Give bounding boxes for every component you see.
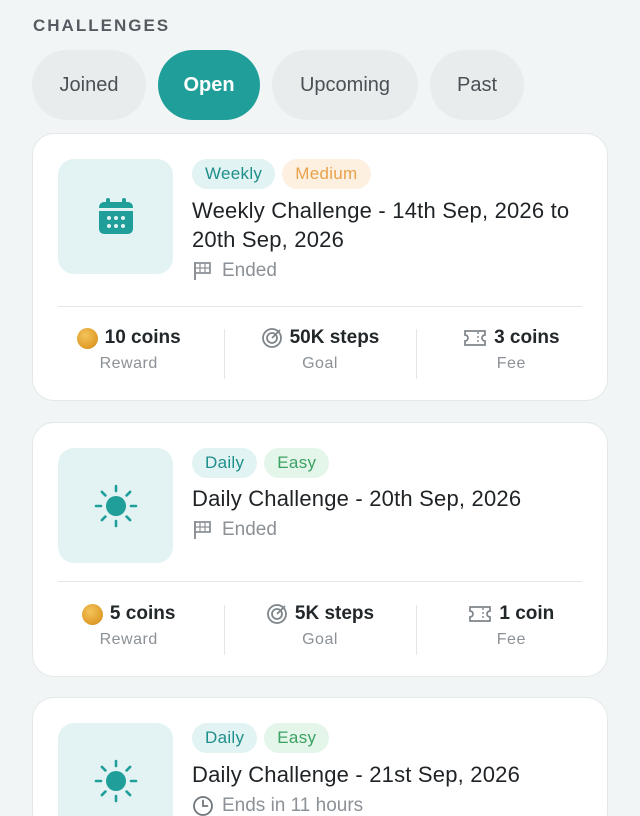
challenge-card[interactable]: Daily Easy Daily Challenge - 20th Sep, 2… (32, 422, 608, 677)
tab-past[interactable]: Past (430, 50, 524, 120)
stat-goal: 50K steps Goal (224, 327, 415, 379)
tab-bar: Joined Open Upcoming Past (32, 50, 524, 120)
frequency-badge: Daily (192, 448, 258, 478)
goal-label: Goal (302, 355, 338, 372)
status-text: Ends in 11 hours (222, 795, 364, 816)
ticket-icon (464, 330, 486, 346)
tab-upcoming[interactable]: Upcoming (272, 50, 418, 120)
status-text: Ended (222, 260, 277, 281)
challenge-title: Daily Challenge - 20th Sep, 2026 (192, 486, 522, 511)
coin-icon (76, 327, 98, 349)
divider (58, 581, 582, 582)
sun-icon (94, 759, 137, 802)
reward-label: Reward (99, 631, 158, 648)
stat-fee: 3 coins Fee (415, 327, 607, 379)
challenge-stats: 5 coins Reward 5K steps Goal 1 coin Fee (33, 603, 607, 655)
difficulty-badge: Easy (264, 723, 330, 753)
flag-icon (194, 262, 211, 280)
stat-fee: 1 coin Fee (415, 603, 607, 655)
goal-value: 50K steps (289, 327, 380, 348)
fee-value: 3 coins (494, 327, 560, 348)
target-icon (266, 604, 287, 624)
reward-value: 10 coins (104, 327, 181, 348)
fee-value: 1 coin (499, 603, 555, 624)
section-title: CHALLENGES (33, 16, 171, 35)
clock-icon (193, 796, 213, 816)
fee-label: Fee (496, 631, 526, 648)
challenge-card[interactable]: Daily Easy Daily Challenge - 21st Sep, 2… (32, 697, 608, 816)
challenge-status: Ended (192, 519, 277, 541)
challenge-status: Ends in 11 hours (192, 795, 363, 816)
reward-value: 5 coins (109, 603, 176, 624)
tab-joined[interactable]: Joined (32, 50, 146, 120)
difficulty-badge: Medium (282, 159, 371, 189)
reward-label: Reward (99, 355, 158, 372)
frequency-badge: Weekly (192, 159, 276, 189)
tab-open[interactable]: Open (158, 50, 260, 120)
challenge-icon-box (58, 448, 173, 563)
challenge-title: Weekly Challenge - 14th Sep, 2026 to 20t… (192, 198, 570, 252)
challenge-icon-box (58, 723, 173, 816)
frequency-badge: Daily (192, 723, 258, 753)
challenge-title: Daily Challenge - 21st Sep, 2026 (192, 762, 521, 787)
challenge-status: Ended (192, 260, 277, 282)
coin-icon (81, 603, 103, 625)
ticket-icon (469, 606, 492, 622)
goal-value: 5K steps (294, 603, 375, 624)
divider (58, 306, 582, 307)
goal-label: Goal (302, 631, 338, 648)
stat-reward: 5 coins Reward (33, 603, 224, 649)
challenge-stats: 10 coins Reward 50K steps Goal 3 coins F… (33, 327, 607, 379)
stat-reward: 10 coins Reward (33, 327, 224, 373)
sun-icon (94, 484, 137, 527)
target-icon (261, 328, 282, 348)
calendar-icon (98, 197, 133, 234)
fee-label: Fee (496, 355, 526, 372)
status-text: Ended (222, 519, 277, 540)
flag-icon (194, 521, 211, 539)
difficulty-badge: Easy (264, 448, 330, 478)
challenge-icon-box (58, 159, 173, 274)
stat-goal: 5K steps Goal (224, 603, 415, 655)
challenge-card[interactable]: Weekly Medium Weekly Challenge - 14th Se… (32, 133, 608, 401)
